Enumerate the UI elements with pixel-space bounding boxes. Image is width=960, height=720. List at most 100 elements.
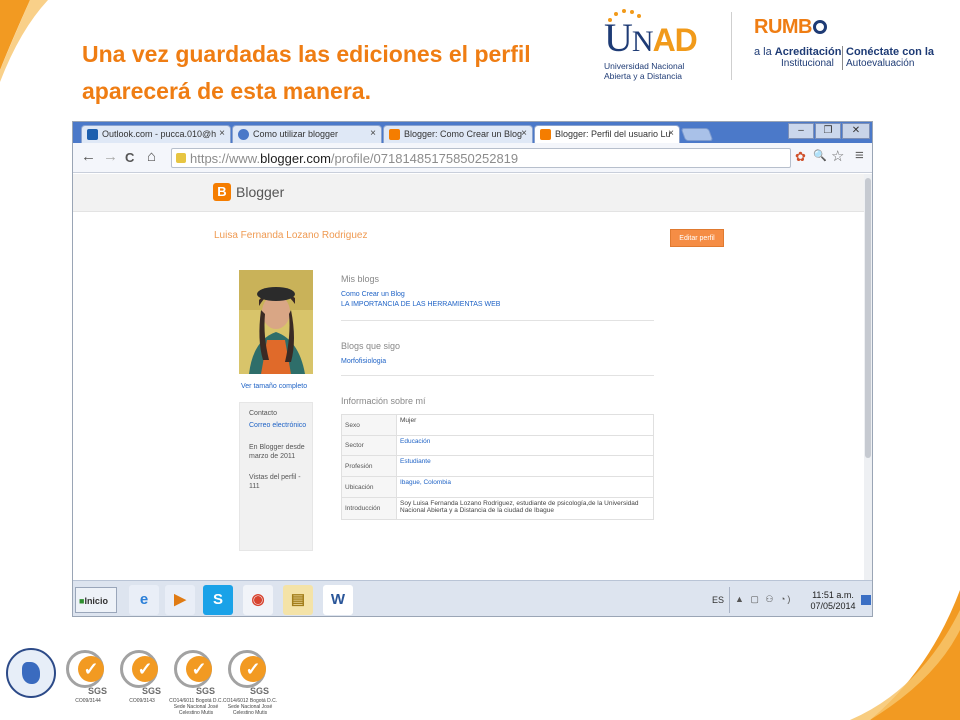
about-key: Sexo: [341, 414, 397, 436]
tab-como-utilizar-blogger[interactable]: Como utilizar blogger ×: [232, 125, 382, 143]
table-row: Sector Educación: [341, 435, 654, 456]
section-divider: [341, 375, 654, 376]
about-table: Sexo Mujer Sector Educación Profesión Es…: [341, 414, 654, 520]
minimize-button[interactable]: –: [788, 123, 814, 139]
section-divider: [341, 320, 654, 321]
address-bar[interactable]: https://www.blogger.com/profile/07181485…: [171, 148, 791, 168]
language-indicator[interactable]: ES: [712, 595, 724, 605]
email-link[interactable]: Correo electrónico: [249, 421, 306, 430]
about-value-link[interactable]: Ibague, Colombia: [396, 476, 654, 498]
about-value: Soy Luisa Fernanda Lozano Rodriguez, est…: [396, 497, 654, 520]
lock-icon: [176, 153, 186, 163]
blogger-logo-icon[interactable]: B: [213, 183, 231, 201]
check-icon: ✓: [132, 656, 158, 682]
tab-close-icon[interactable]: ×: [370, 128, 376, 139]
taskbar-app-word[interactable]: W: [323, 585, 353, 615]
tab-close-icon[interactable]: ×: [219, 128, 225, 139]
following-title: Blogs que sigo: [341, 341, 401, 351]
slide: Una vez guardadas las ediciones el perfi…: [0, 0, 960, 720]
profile-views-1: Vistas del perfil -: [249, 474, 301, 481]
slide-title: Una vez guardadas las ediciones el perfi…: [82, 41, 531, 104]
rumbo-logo: RUMB a la Acreditación Institucional Con…: [754, 16, 934, 76]
table-row: Ubicación Ibague, Colombia: [341, 476, 654, 498]
table-row: Introducción Soy Luisa Fernanda Lozano R…: [341, 497, 654, 520]
browser-window: Outlook.com - pucca.010@h × Como utiliza…: [72, 121, 873, 617]
table-row: Sexo Mujer: [341, 414, 654, 436]
blog-link[interactable]: LA IMPORTANCIA DE LAS HERRAMIENTAS WEB: [341, 301, 500, 308]
unad-subtitle-1: Universidad Nacional: [604, 61, 685, 71]
taskbar-app-ie[interactable]: e: [129, 585, 159, 615]
zoom-icon[interactable]: 🔍: [813, 149, 827, 162]
rumbo-divider: [842, 46, 843, 70]
browser-toolbar: ← → C ⌂ https://www.blogger.com/profile/…: [73, 143, 872, 173]
followed-blog-link[interactable]: Morfofisiologia: [341, 358, 386, 365]
check-icon: ✓: [78, 656, 104, 682]
about-value-link[interactable]: Estudiante: [396, 455, 654, 477]
profile-photo[interactable]: [239, 270, 313, 374]
full-size-link[interactable]: Ver tamaño completo: [241, 383, 307, 390]
bookmark-star-icon[interactable]: ☆: [831, 147, 844, 165]
forward-icon[interactable]: →: [103, 148, 118, 165]
tab-outlook[interactable]: Outlook.com - pucca.010@h ×: [81, 125, 231, 143]
about-key: Introducción: [341, 497, 397, 520]
tray-icons[interactable]: ▲ ▢ ⚇ ◔): [735, 594, 792, 605]
edit-profile-button[interactable]: Editar perfil: [670, 229, 724, 247]
unad-wordmark: UNAD: [604, 15, 698, 60]
rumbo-subtitle-2: Institucional: [781, 58, 834, 69]
about-key: Ubicación: [341, 476, 397, 498]
unad-subtitle-2: Abierta y a Distancia: [604, 71, 682, 81]
blogger-brand[interactable]: Blogger: [236, 184, 284, 200]
home-icon[interactable]: ⌂: [147, 148, 156, 165]
member-since-1: En Blogger desde: [249, 444, 305, 451]
logo-divider: [731, 12, 732, 80]
member-since-2: marzo de 2011: [249, 453, 296, 460]
sgs-cert-badge: ✓ SGS CO14/6011 Bogotá D.C. Sede Naciona…: [168, 650, 223, 720]
tab-blogger-perfil[interactable]: Blogger: Perfil del usuario Lu ×: [534, 125, 680, 143]
rumbo-wordmark: RUMB: [754, 16, 827, 39]
blog-link[interactable]: Como Crear un Blog: [341, 291, 405, 298]
certification-badges: ✓ SGS CO09/3144 ✓ SGS CO09/3143 ✓ SGS CO…: [6, 642, 277, 720]
new-tab-button[interactable]: [680, 128, 714, 141]
blogger-profile-page: B Blogger Luisa Fernanda Lozano Rodrigue…: [73, 174, 866, 580]
taskbar-app-skype[interactable]: S: [203, 585, 233, 615]
sgs-cert-badge: ✓ SGS CO09/3144: [60, 650, 110, 720]
tab-blogger-crear-blog[interactable]: Blogger: Como Crear un Blog ×: [383, 125, 533, 143]
clock-time: 11:51 a.m.: [812, 590, 854, 600]
taskbar-app-explorer[interactable]: ▤: [283, 585, 313, 615]
table-row: Profesión Estudiante: [341, 455, 654, 477]
reload-icon[interactable]: C: [125, 150, 134, 165]
about-key: Profesión: [341, 455, 397, 477]
sgs-cert-badge: ✓ SGS CO14/6012 Bogotá D.C. Sede Naciona…: [222, 650, 277, 720]
menu-icon[interactable]: ≡: [855, 147, 864, 164]
about-value-link[interactable]: Educación: [396, 435, 654, 456]
windows-taskbar: ■Inicio e ▶ S ◉ ▤ W ES ▲ ▢ ⚇ ◔) 11:51 a.…: [73, 580, 872, 616]
colombia-seal-icon: [6, 648, 56, 698]
rumbo-subtitle-1: a la Acreditación: [754, 46, 842, 58]
start-button[interactable]: ■Inicio: [75, 587, 117, 613]
blogger-header: B Blogger: [73, 174, 866, 212]
close-window-button[interactable]: ✕: [842, 123, 870, 139]
my-blogs-title: Mis blogs: [341, 274, 380, 284]
contact-label: Contacto: [249, 410, 278, 417]
taskbar-app-chrome[interactable]: ◉: [243, 585, 273, 615]
rumbo-tagline-1: Conéctate con la: [846, 46, 935, 58]
taskbar-app-media[interactable]: ▶: [165, 585, 195, 615]
about-value: Mujer: [396, 414, 654, 436]
page-scrollbar[interactable]: [864, 174, 872, 580]
tab-close-icon[interactable]: ×: [668, 128, 674, 139]
check-icon: ✓: [240, 656, 266, 682]
maximize-button[interactable]: ❐: [815, 123, 841, 139]
back-icon[interactable]: ←: [81, 148, 96, 165]
clock-date: 07/05/2014: [810, 601, 856, 611]
tab-close-icon[interactable]: ×: [521, 128, 527, 139]
scrollbar-thumb[interactable]: [865, 178, 871, 458]
profile-name: Luisa Fernanda Lozano Rodriguez: [214, 230, 368, 241]
show-desktop-icon[interactable]: [861, 595, 871, 605]
profile-sidebar: Contacto Correo electrónico En Blogger d…: [239, 402, 313, 551]
profile-views-2: 111: [249, 483, 260, 490]
extension-icon[interactable]: ✿: [795, 149, 806, 165]
tray-divider: [729, 587, 730, 613]
clock[interactable]: 11:51 a.m. 07/05/2014: [808, 590, 858, 612]
page-icon: [238, 129, 249, 140]
sgs-cert-badge: ✓ SGS CO09/3143: [114, 650, 164, 720]
